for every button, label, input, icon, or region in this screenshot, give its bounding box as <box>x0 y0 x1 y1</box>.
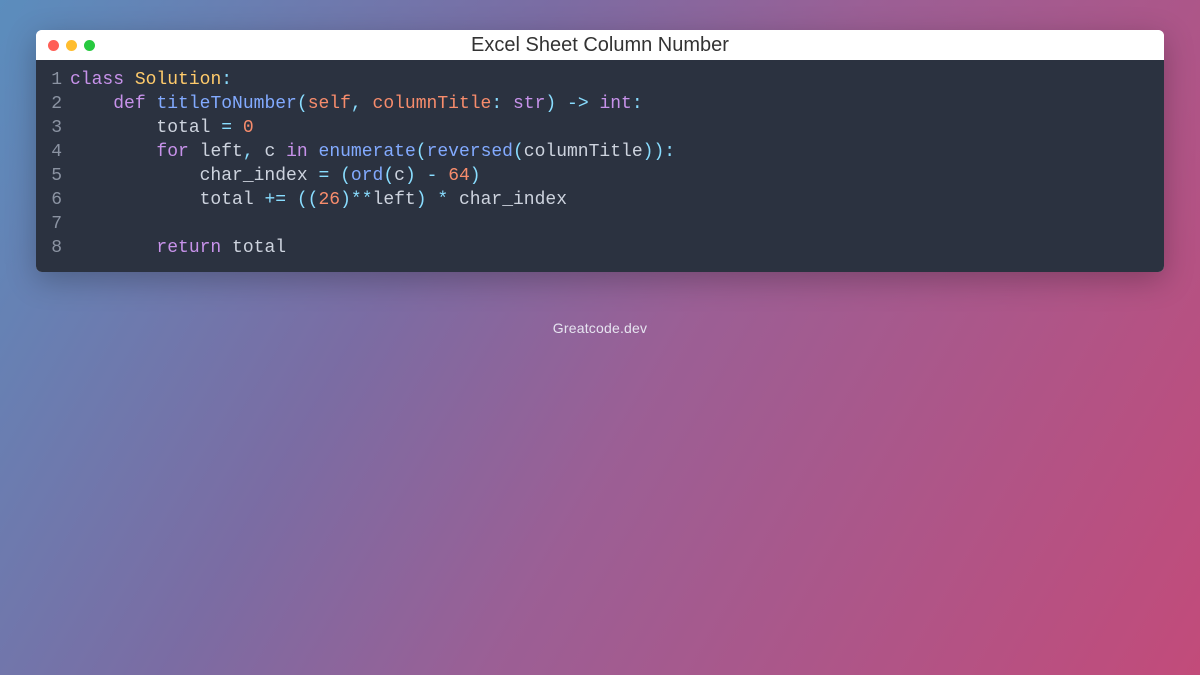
code-text: def titleToNumber(self, columnTitle: str… <box>70 92 1164 116</box>
code-text: class Solution: <box>70 68 1164 92</box>
maximize-icon[interactable] <box>84 40 95 51</box>
code-text: char_index = (ord(c) - 64) <box>70 164 1164 188</box>
code-window: Excel Sheet Column Number 1 class Soluti… <box>36 30 1164 272</box>
line-number: 7 <box>36 212 70 236</box>
code-text: total = 0 <box>70 116 1164 140</box>
title-bar: Excel Sheet Column Number <box>36 30 1164 60</box>
code-line: 3 total = 0 <box>36 116 1164 140</box>
line-number: 6 <box>36 188 70 212</box>
code-text <box>70 212 1164 236</box>
line-number: 3 <box>36 116 70 140</box>
code-text: for left, c in enumerate(reversed(column… <box>70 140 1164 164</box>
footer-credit: Greatcode.dev <box>0 320 1200 336</box>
code-text: total += ((26)**left) * char_index <box>70 188 1164 212</box>
code-editor: 1 class Solution: 2 def titleToNumber(se… <box>36 60 1164 272</box>
window-title: Excel Sheet Column Number <box>36 34 1164 57</box>
code-line: 1 class Solution: <box>36 68 1164 92</box>
window-controls <box>48 40 95 51</box>
code-text: return total <box>70 236 1164 260</box>
code-line: 4 for left, c in enumerate(reversed(colu… <box>36 140 1164 164</box>
line-number: 2 <box>36 92 70 116</box>
close-icon[interactable] <box>48 40 59 51</box>
line-number: 8 <box>36 236 70 260</box>
code-line: 7 <box>36 212 1164 236</box>
code-line: 6 total += ((26)**left) * char_index <box>36 188 1164 212</box>
line-number: 5 <box>36 164 70 188</box>
code-line: 5 char_index = (ord(c) - 64) <box>36 164 1164 188</box>
code-line: 8 return total <box>36 236 1164 260</box>
line-number: 1 <box>36 68 70 92</box>
line-number: 4 <box>36 140 70 164</box>
code-line: 2 def titleToNumber(self, columnTitle: s… <box>36 92 1164 116</box>
minimize-icon[interactable] <box>66 40 77 51</box>
